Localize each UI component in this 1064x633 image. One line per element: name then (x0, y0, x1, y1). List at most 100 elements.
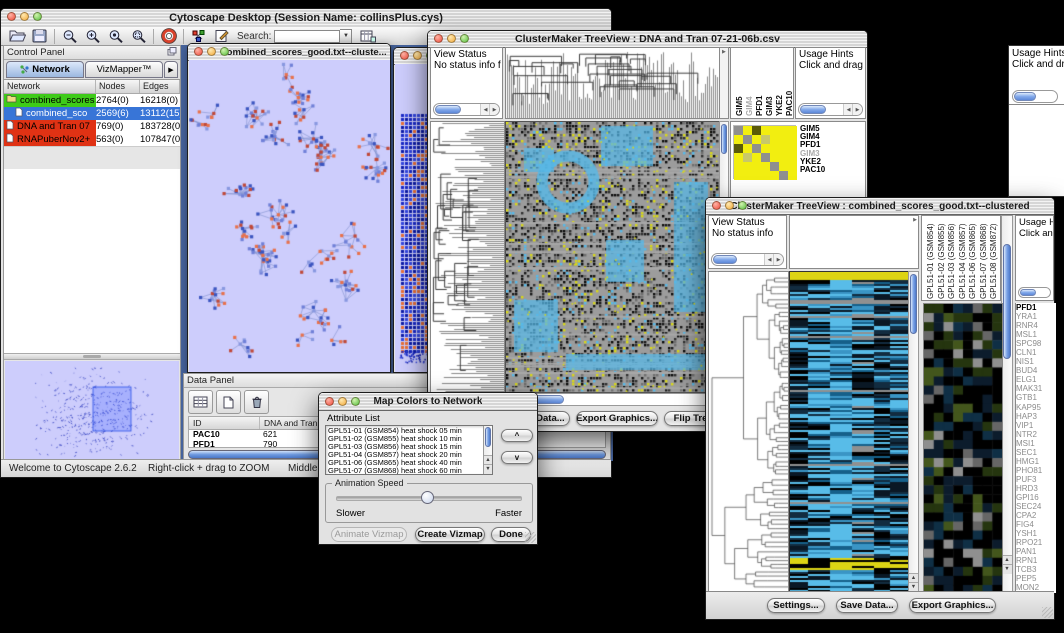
tv2-col-label[interactable]: GPL51-08 (GSM872) (989, 223, 999, 299)
attribute-browser-button[interactable] (356, 28, 379, 45)
view-status-scrollbar[interactable]: ◀ ▶ (711, 253, 784, 266)
tv2-row-dendro-canvas[interactable] (708, 271, 789, 595)
help-button[interactable] (157, 28, 180, 45)
col-network[interactable]: Network (4, 80, 96, 93)
tv1-col-label[interactable]: GIM5 (735, 96, 745, 116)
resize-grip[interactable] (1042, 607, 1053, 618)
matrix-cell[interactable] (743, 153, 752, 162)
dialog-title-bar[interactable]: Map Colors to Network (319, 393, 537, 411)
matrix-cell[interactable] (788, 162, 797, 171)
tv2-col-label[interactable]: GPL51-03 (GSM856) (947, 223, 957, 299)
gene-label[interactable]: SEC1 (1016, 448, 1056, 457)
main-title-bar[interactable]: Cytoscape Desktop (Session Name: collins… (1, 9, 611, 28)
matrix-cell[interactable] (734, 171, 743, 180)
matrix-cell[interactable] (734, 135, 743, 144)
float-panel-icon[interactable] (167, 47, 177, 59)
matrix-cell[interactable] (752, 153, 761, 162)
matrix-cell[interactable] (779, 153, 788, 162)
matrix-cell[interactable] (761, 126, 770, 135)
tv1-row-dendro-canvas[interactable] (430, 121, 505, 393)
zoom-button[interactable] (351, 397, 360, 406)
view-status-scrollbar[interactable]: ◀ ▶ (433, 103, 500, 116)
tv2-heatmap-scrollbar[interactable]: ▲ ▼ (908, 271, 919, 593)
zoom-button[interactable] (33, 12, 42, 21)
close-button[interactable] (400, 51, 409, 60)
resize-grip[interactable] (525, 532, 536, 543)
gene-label[interactable]: NIS1 (1016, 357, 1056, 366)
matrix-cell[interactable] (788, 153, 797, 162)
zoom-fit-button[interactable] (127, 28, 150, 45)
close-button[interactable] (7, 12, 16, 21)
matrix-cell[interactable] (788, 171, 797, 180)
annotation-button[interactable] (210, 28, 233, 45)
tv1-col-label[interactable]: GIM4 (745, 96, 755, 116)
gene-label[interactable]: MAK31 (1016, 384, 1056, 393)
matrix-cell[interactable] (761, 162, 770, 171)
attribute-listbox[interactable]: GPL51-01 (GSM854) heat shock 05 minGPL51… (325, 425, 493, 475)
scroll-right-icon[interactable]: ▶ (489, 104, 499, 115)
minimize-button[interactable] (725, 201, 734, 210)
matrix-cell[interactable] (779, 162, 788, 171)
treeview2-title-bar[interactable]: ClusterMaker TreeView : combined_scores_… (706, 198, 1054, 215)
scroll-right-icon[interactable]: ▶ (852, 104, 862, 115)
tv2-save-data-button[interactable]: Save Data... (836, 598, 898, 613)
chevron-right-icon[interactable]: ▶ (913, 217, 917, 223)
gene-label[interactable]: HAP3 (1016, 412, 1056, 421)
attr-col-id[interactable]: ID (189, 417, 260, 429)
zoom-button[interactable] (220, 47, 229, 56)
close-button[interactable] (325, 397, 334, 406)
gene-label[interactable]: SPC98 (1016, 339, 1056, 348)
tv2-settings-button[interactable]: Settings... (767, 598, 825, 613)
tv2-heatmap-canvas[interactable] (789, 271, 909, 595)
gene-label[interactable]: MSI1 (1016, 439, 1056, 448)
gene-label[interactable]: GPI16 (1016, 493, 1056, 502)
tv2-col-label[interactable]: GPL51-07 (GSM868) (979, 223, 989, 299)
gene-label[interactable]: PUF3 (1016, 475, 1056, 484)
tv2-export-graphics-button[interactable]: Export Graphics... (909, 598, 996, 613)
animation-slider-thumb[interactable] (421, 491, 434, 504)
treeview1-title-bar[interactable]: ClusterMaker TreeView : DNA and Tran 07-… (428, 31, 867, 48)
matrix-cell[interactable] (779, 126, 788, 135)
matrix-cell[interactable] (743, 135, 752, 144)
matrix-cell[interactable] (788, 144, 797, 153)
close-button[interactable] (194, 47, 203, 56)
tv2-right-heatmap-canvas[interactable] (923, 303, 1003, 595)
gene-label[interactable]: HMG1 (1016, 457, 1056, 466)
network-table-row[interactable]: combined_scores2764(0)16218(0) (4, 94, 180, 107)
zoom-button[interactable] (460, 34, 469, 43)
matrix-cell[interactable] (752, 135, 761, 144)
matrix-cell[interactable] (770, 153, 779, 162)
network-table-row[interactable]: RNAPuberNov2+563(0)107847(0) (4, 133, 180, 146)
matrix-cell[interactable] (761, 171, 770, 180)
tv1-row-label[interactable]: PAC10 (800, 166, 825, 174)
scroll-right-icon[interactable]: ▶ (773, 254, 783, 265)
tab-overflow-button[interactable]: ▶ (164, 61, 178, 78)
close-button[interactable] (712, 201, 721, 210)
tv2-col-label[interactable]: GPL51-06 (GSM865) (968, 223, 978, 299)
move-up-button[interactable]: ^ (501, 429, 533, 442)
usage-hints-scrollbar[interactable] (1012, 90, 1058, 103)
matrix-cell[interactable] (770, 135, 779, 144)
matrix-cell[interactable] (770, 162, 779, 171)
tv1-export-graphics-button[interactable]: Export Graphics... (576, 411, 658, 426)
usage-hints-scrollbar[interactable] (1018, 287, 1051, 298)
network-table-row[interactable]: combined_sco2569(6)13112(15) (4, 107, 180, 120)
matrix-cell[interactable] (752, 171, 761, 180)
create-vizmap-button[interactable]: Create Vizmap (415, 527, 485, 542)
zoom-selected-button[interactable] (104, 28, 127, 45)
close-button[interactable] (434, 34, 443, 43)
tv1-col-label[interactable]: YKE2 (775, 95, 785, 116)
matrix-cell[interactable] (734, 162, 743, 171)
tv2-col-label[interactable]: GPL51-02 (GSM855) (937, 223, 947, 299)
gene-label[interactable]: PAN1 (1016, 547, 1056, 556)
matrix-cell[interactable] (779, 135, 788, 144)
matrix-cell[interactable] (788, 135, 797, 144)
gene-label[interactable]: PHO81 (1016, 466, 1056, 475)
matrix-cell[interactable] (743, 162, 752, 171)
minimize-button[interactable] (207, 47, 216, 56)
matrix-cell[interactable] (734, 126, 743, 135)
gene-label[interactable]: GTB1 (1016, 393, 1056, 402)
tv1-heatmap-canvas[interactable] (505, 121, 720, 393)
matrix-cell[interactable] (761, 153, 770, 162)
tv2-col-label[interactable]: GPL51-01 (GSM854) (926, 223, 936, 299)
